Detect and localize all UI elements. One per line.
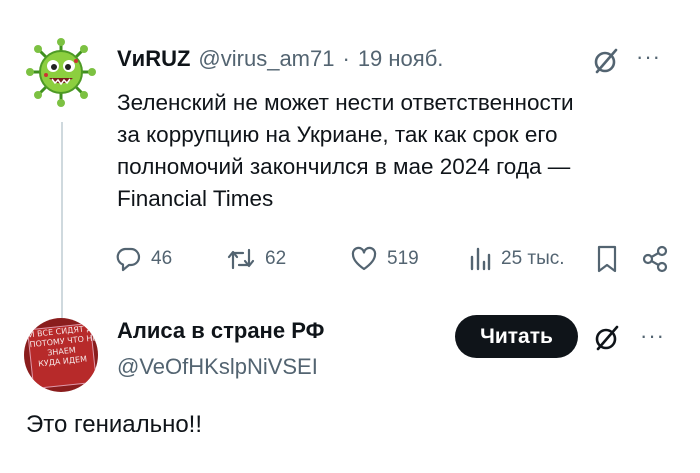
tweet-text: Зеленский не может нести ответственности… (117, 87, 677, 215)
share-button[interactable] (640, 242, 670, 276)
protest-sign-image: И ВСЕ СИДЯТ ДОМА ПОТОМУ ЧТО НЕ ЗНАЕМ КУД… (27, 322, 98, 390)
share-icon (642, 245, 668, 273)
grok-button[interactable] (591, 46, 621, 76)
tweet-header: VиRUZ @virus_am71 · 19 нояб. (117, 44, 443, 74)
follow-button[interactable]: Читать (455, 315, 578, 358)
reply-author-avatar[interactable]: И ВСЕ СИДЯТ ДОМА ПОТОМУ ЧТО НЕ ЗНАЕМ КУД… (24, 318, 98, 392)
reply-count: 46 (151, 248, 173, 269)
tweet-actions: 46 62 519 25 тыс. (112, 242, 682, 276)
author-avatar[interactable] (26, 37, 96, 107)
reply-icon (116, 247, 141, 272)
tweet-date[interactable]: 19 нояб. (358, 46, 444, 72)
like-count: 519 (387, 248, 419, 269)
tweet-text-line: Financial Times (117, 186, 274, 211)
author-handle[interactable]: @virus_am71 (198, 46, 334, 72)
reply-button[interactable]: 46 (114, 242, 172, 276)
tweet-text-line: Зеленский не может нести ответственности (117, 90, 574, 115)
bookmark-button[interactable] (594, 242, 620, 276)
views-button[interactable]: 25 тыс. (468, 242, 565, 276)
grok-icon (595, 325, 619, 351)
views-icon (470, 247, 491, 271)
reply-author-handle[interactable]: @VeOfHKslpNiVSEI (117, 354, 318, 380)
bookmark-icon (597, 245, 617, 273)
header-separator: · (342, 46, 350, 71)
more-options-button[interactable]: ··· (640, 321, 665, 351)
virus-avatar-icon (26, 38, 96, 107)
more-options-button[interactable]: ··· (636, 42, 661, 72)
heart-icon (351, 246, 377, 271)
repost-count: 62 (265, 248, 287, 269)
tweet-text-line: полномочий закончился в мае 2024 года — (117, 154, 571, 179)
like-button[interactable]: 519 (350, 242, 419, 276)
tweet-text-line: за коррупцию на Укриане, так как срок ег… (117, 122, 558, 147)
reply-author-name[interactable]: Алиса в стране РФ (117, 318, 324, 344)
thread-line (61, 122, 63, 318)
repost-button[interactable]: 62 (226, 242, 286, 276)
author-name[interactable]: VиRUZ (117, 46, 190, 72)
views-count: 25 тыс. (501, 248, 565, 269)
repost-icon (227, 248, 255, 270)
grok-icon (594, 48, 618, 74)
grok-button[interactable] (592, 323, 622, 353)
reply-text: Это гениально!! (26, 411, 203, 438)
